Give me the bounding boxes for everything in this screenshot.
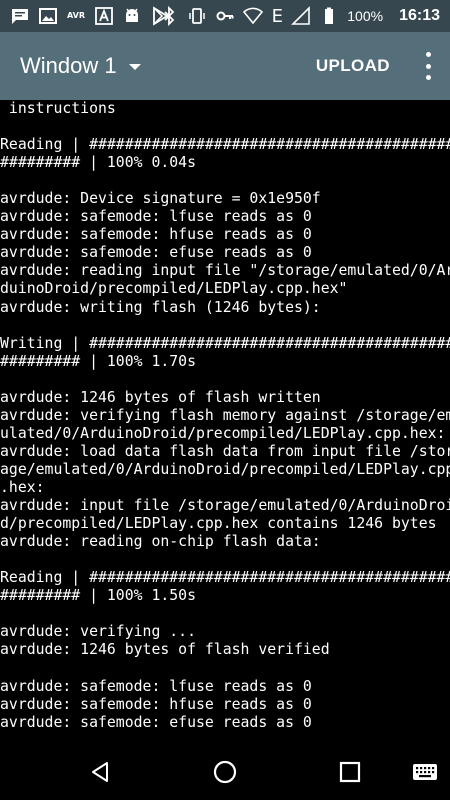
vibrate-icon [187,6,207,26]
console-line: Writing | ##############################… [0,334,450,352]
console-line: avrdude: safemode: lfuse reads as 0 [0,208,312,226]
console-line: instructions [0,100,116,117]
console-line: avrdude: Device signature = 0x1e950f [0,190,321,208]
more-options-icon[interactable] [420,52,436,80]
console-line: avrdude: load data flash data from input… [0,442,450,460]
battery-percentage: 100% [347,8,384,24]
wifi-icon [243,6,264,26]
console-line: avrdude: safemode: hfuse reads as 0 [0,695,312,713]
status-clock: 16:13 [399,7,440,24]
window-selector[interactable]: Window 1 [0,53,141,79]
more-dot [425,63,431,69]
bluetooth-icon [159,6,179,26]
console-line: avrdude: writing flash (1246 bytes): [0,298,321,316]
image-icon [38,6,58,26]
avr-app-icon: AVR [66,6,86,26]
console-line: Reading | ##############################… [0,569,450,587]
console-line: avrdude: 1246 bytes of flash verified [0,641,330,659]
key-icon [215,6,235,26]
system-icons: E 100% 16:13 [159,0,440,32]
font-app-icon [94,6,114,26]
console-line: ######### | 100% 0.04s [0,154,196,172]
home-icon[interactable] [205,752,245,792]
upload-button[interactable]: UPLOAD [316,32,390,100]
console-lines: instructions Reading | ##################… [0,100,450,750]
console-line: duinoDroid/precompiled/LEDPlay.cpp.hex" [0,280,348,298]
battery-icon [319,6,339,26]
console-line: avrdude: reading input file "/storage/em… [0,262,450,280]
console-line: .hex: [0,478,45,496]
console-line: d/precompiled/LEDPlay.cpp.hex contains 1… [0,515,437,533]
console-line: ulated/0/ArduinoDroid/precompiled/LEDPla… [0,424,446,442]
app-root: AVR E 100% 16:13 Window 1 UPLOAD instruc… [0,0,450,800]
console-line: ######### | 100% 1.70s [0,352,196,370]
e-network-label: E [271,5,283,27]
message-icon [10,6,30,26]
console-line: avrdude: 1246 bytes of flash written [0,388,321,406]
console-line: ######### | 100% 1.50s [0,587,196,605]
more-dot [425,75,431,80]
avr-label: AVR [67,11,85,20]
dropdown-arrow-icon [128,64,141,70]
notification-icons: AVR [0,6,170,26]
console-line: avrdude: safemode: efuse reads as 0 [0,244,312,262]
window-title: Window 1 [20,53,117,78]
console-line: avrdude: safemode: hfuse reads as 0 [0,226,312,244]
console-line: avrdude: safemode: lfuse reads as 0 [0,677,312,695]
console-output[interactable]: instructions Reading | ##################… [0,100,450,750]
navigation-bar [0,744,450,800]
console-line: age/emulated/0/ArduinoDroid/precompiled/… [0,460,450,478]
console-line: Reading | ##############################… [0,136,450,154]
console-line: avrdude: safemode: efuse reads as 0 [0,713,312,731]
android-icon [122,6,142,26]
status-bar: AVR E 100% 16:13 [0,0,450,32]
console-line: avrdude: verifying ... [0,623,196,641]
recents-icon[interactable] [330,752,370,792]
console-line: avrdude: reading on-chip flash data: [0,533,321,551]
more-dot [425,52,431,57]
back-icon[interactable] [80,752,120,792]
signal-icon [291,6,311,26]
console-line: avrdude: verifying flash memory against … [0,406,450,424]
app-bar: Window 1 UPLOAD [0,32,450,100]
console-line: avrdude: input file /storage/emulated/0/… [0,497,450,515]
keyboard-icon[interactable] [405,752,445,792]
